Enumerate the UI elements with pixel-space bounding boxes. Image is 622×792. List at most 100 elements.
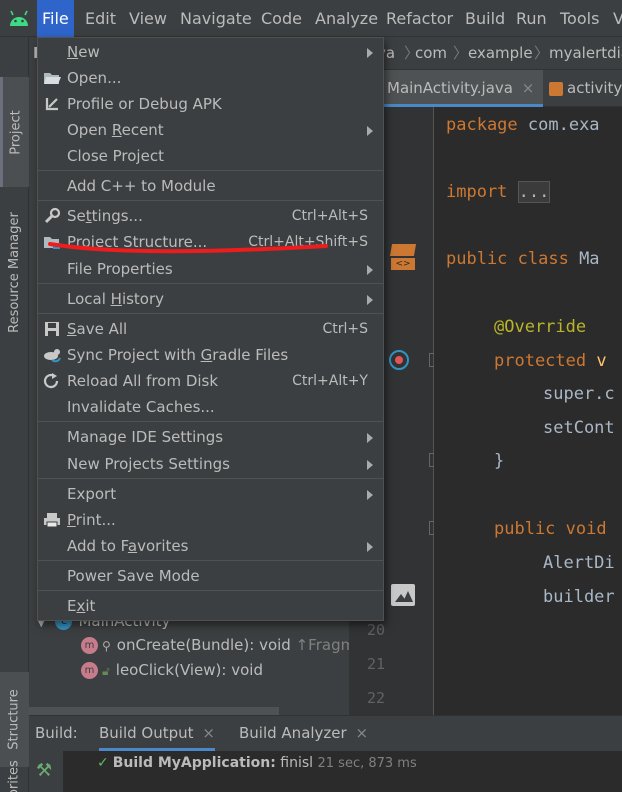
structure-tool-tab[interactable]: Structure	[0, 672, 29, 767]
android-class-gutter-icon[interactable]: <>	[389, 244, 417, 270]
menu-item-label: New Projects Settings	[67, 455, 230, 473]
breadcrumb[interactable]: example	[468, 37, 533, 70]
save-icon	[45, 322, 59, 336]
menu-refactor[interactable]: Refactor	[381, 0, 458, 37]
submenu-arrow-icon	[367, 490, 373, 500]
menu-view[interactable]: View	[124, 0, 172, 37]
navigation-bar: va 〉 com 〉 example 〉 myalertdia	[349, 37, 622, 70]
tab-build-analyzer[interactable]: Build Analyzer ×	[239, 716, 368, 751]
resource-manager-tool-tab[interactable]: Resource Manager	[0, 197, 29, 347]
close-icon[interactable]: ×	[522, 79, 535, 97]
menu-file[interactable]: File	[37, 0, 74, 37]
menu-item-label: Settings...	[67, 207, 143, 225]
line-number: 22	[366, 689, 385, 707]
menu-bar: File Edit View Navigate Code Analyze Ref…	[0, 0, 622, 37]
menu-navigate[interactable]: Navigate	[175, 0, 257, 37]
build-status-text: finisl	[275, 755, 314, 771]
menu-item-label: Sync Project with Gradle Files	[67, 346, 289, 364]
project-tool-tab[interactable]: Project	[0, 77, 29, 187]
favorites-tool-tab[interactable]: vorites	[0, 757, 29, 792]
menu-item-label: Reload All from Disk	[67, 372, 219, 390]
menu-code[interactable]: Code	[256, 0, 307, 37]
print-icon	[44, 513, 60, 528]
menu-item-open[interactable]: Open...	[38, 65, 383, 91]
layout-file-icon	[549, 81, 563, 96]
code-line: }	[494, 451, 505, 471]
hammer-icon[interactable]: ⚒︎	[36, 760, 52, 781]
menu-item-label: Local History	[67, 290, 165, 308]
build-output-area: ⚒︎ ✓ Build MyApplication: finisl 21 sec, …	[29, 751, 622, 792]
override-gutter-icon[interactable]	[389, 350, 409, 370]
menu-separator	[38, 590, 383, 591]
chevron-right-icon: 〉	[453, 44, 469, 62]
menu-item-export[interactable]: Export	[38, 481, 383, 507]
code-editor[interactable]: package com.exa import ... public class …	[434, 107, 622, 715]
close-icon[interactable]: ×	[202, 724, 215, 742]
menu-item-power-save-mode[interactable]: Power Save Mode	[38, 563, 383, 589]
menu-edit[interactable]: Edit	[80, 0, 121, 37]
breadcrumb[interactable]: myalertdia	[549, 37, 622, 70]
submenu-arrow-icon	[367, 433, 373, 443]
menu-item-new[interactable]: New	[38, 39, 383, 65]
tree-row-method[interactable]: m 🔓︎ leoClick(View): void	[81, 658, 263, 683]
menu-item-sync-gradle[interactable]: Sync Project with Gradle Files	[38, 342, 383, 368]
menu-item-manage-ide-settings[interactable]: Manage IDE Settings	[38, 424, 383, 450]
method-icon: m	[81, 637, 98, 654]
breadcrumb[interactable]: com	[415, 37, 447, 70]
menu-item-label: Export	[67, 485, 117, 503]
build-status-row[interactable]: ✓ Build MyApplication: finisl 21 sec, 873…	[97, 755, 417, 771]
menu-item-label: Power Save Mode	[67, 567, 200, 585]
menu-item-reload-disk[interactable]: Reload All from Disk Ctrl+Alt+Y	[38, 368, 383, 394]
menu-item-shortcut: Ctrl+S	[322, 321, 368, 337]
menu-vcs[interactable]: V	[608, 0, 622, 37]
tab-build-output[interactable]: Build Output ×	[99, 716, 215, 751]
menu-separator	[38, 478, 383, 479]
menu-build[interactable]: Build	[460, 0, 510, 37]
menu-item-label: Close Project	[67, 147, 164, 165]
menu-item-add-cpp[interactable]: Add C++ to Module	[38, 173, 383, 199]
code-line: protected v	[494, 351, 607, 371]
menu-item-label: Add to Favorites	[67, 537, 189, 555]
menu-item-print[interactable]: Print...	[38, 507, 383, 533]
menu-item-shortcut: Ctrl+Alt+Y	[292, 373, 368, 389]
project-structure-icon	[44, 237, 60, 249]
menu-item-project-structure[interactable]: Project Structure... Ctrl+Alt+Shift+S	[38, 229, 383, 255]
menu-item-profile-debug-apk[interactable]: Profile or Debug APK	[38, 91, 383, 117]
menu-item-file-properties[interactable]: File Properties	[38, 256, 383, 282]
favorites-tab-label: vorites	[7, 759, 23, 792]
menu-item-open-recent[interactable]: Open Recent	[38, 117, 383, 143]
build-tab-bar: Build: Build Output × Build Analyzer ×	[29, 716, 622, 751]
key-icon: ⚲	[102, 639, 111, 653]
horizontal-scrollbar[interactable]	[29, 707, 279, 715]
menu-item-close-project[interactable]: Close Project	[38, 143, 383, 169]
menu-item-settings[interactable]: Settings... Ctrl+Alt+S	[38, 203, 383, 229]
resource-manager-tab-label: Resource Manager	[7, 211, 23, 333]
chevron-right-icon: 〉	[534, 44, 550, 62]
submenu-arrow-icon	[367, 126, 373, 136]
menu-item-save-all[interactable]: Save All Ctrl+S	[38, 316, 383, 342]
menu-item-label: Exit	[67, 597, 96, 615]
menu-separator	[38, 421, 383, 422]
tab-main-activity[interactable]: MainActivity.java ×	[383, 70, 543, 107]
menu-item-label: Project Structure...	[67, 233, 208, 251]
menu-item-new-projects-settings[interactable]: New Projects Settings	[38, 451, 383, 477]
menu-item-exit[interactable]: Exit	[38, 593, 383, 619]
image-gutter-icon[interactable]	[391, 584, 415, 606]
tab-activity-layout[interactable]: activity	[545, 70, 622, 107]
menu-item-add-to-favorites[interactable]: Add to Favorites	[38, 533, 383, 559]
menu-item-local-history[interactable]: Local History	[38, 286, 383, 312]
method-icon: m	[81, 662, 98, 679]
profile-apk-icon	[45, 98, 58, 111]
close-icon[interactable]: ×	[355, 724, 368, 742]
menu-item-label: Save All	[67, 320, 128, 338]
menu-separator	[38, 200, 383, 201]
tree-row-method[interactable]: m ⚲ onCreate(Bundle): void ↑Fragm	[81, 633, 355, 658]
menu-analyze[interactable]: Analyze	[310, 0, 383, 37]
menu-run[interactable]: Run	[511, 0, 552, 37]
menu-item-label: File Properties	[67, 260, 173, 278]
menu-item-label: Invalidate Caches...	[67, 398, 215, 416]
android-logo-icon[interactable]	[8, 8, 30, 28]
menu-item-invalidate-caches[interactable]: Invalidate Caches...	[38, 394, 383, 420]
code-line: public class Ma	[446, 249, 600, 269]
menu-tools[interactable]: Tools	[555, 0, 604, 37]
